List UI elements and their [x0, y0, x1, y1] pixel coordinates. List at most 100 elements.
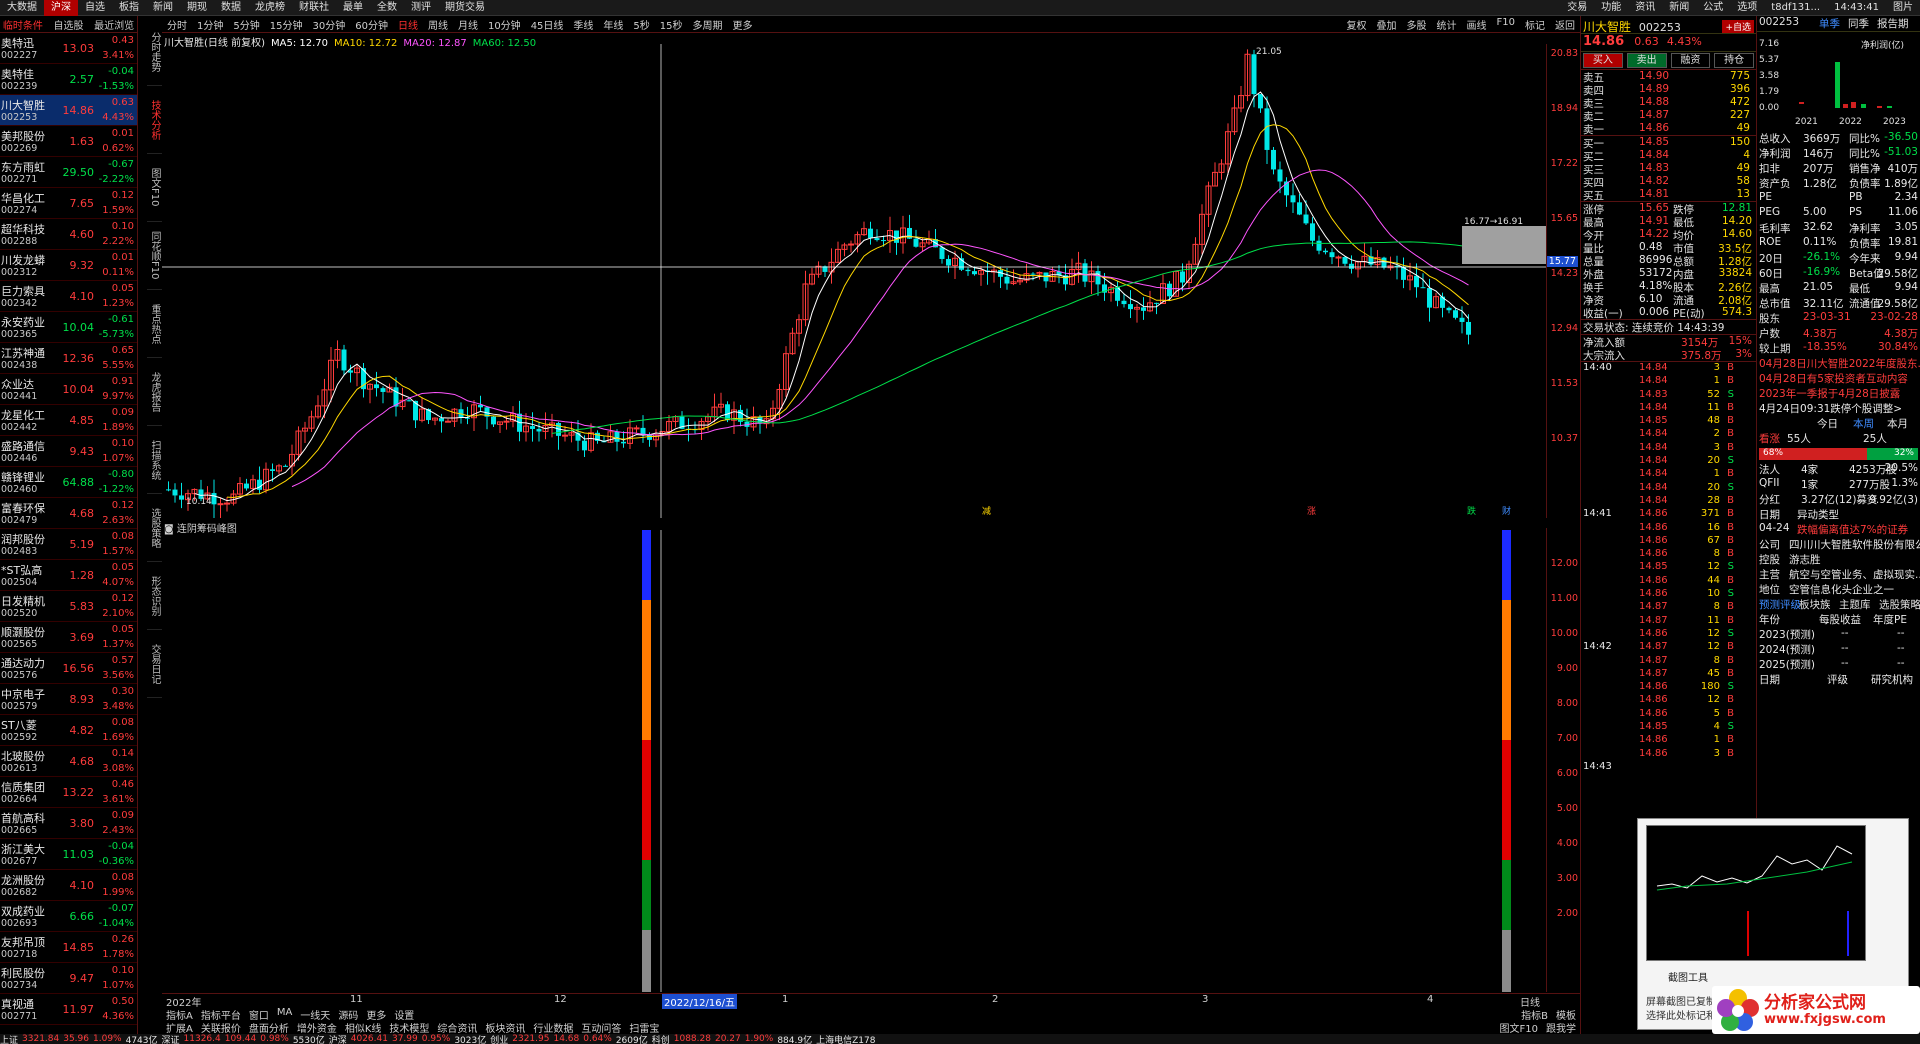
vertical-tab[interactable]: 技术分析 [147, 86, 162, 154]
extension-tab[interactable]: 扫雷宝 [625, 1020, 663, 1035]
forecast-tab[interactable]: 选股策略 [1879, 597, 1920, 612]
stock-row[interactable]: 华昌化工 002274 7.65 0.12 1.59% [0, 188, 137, 219]
indicator-tab[interactable]: 一线天 [296, 1007, 334, 1022]
stock-row[interactable]: 赣锋锂业 002460 64.88 -0.80 -1.22% [0, 467, 137, 498]
sentiment-tab[interactable]: 本周 [1853, 416, 1874, 431]
stock-row[interactable]: 双成药业 002693 6.66 -0.07 -1.04% [0, 901, 137, 932]
period-tab[interactable]: 更多 [728, 17, 758, 32]
vertical-tab[interactable]: 扫描系统 [147, 426, 162, 494]
menu-right-item[interactable]: 选项 [1730, 0, 1764, 16]
extension-tab[interactable]: 板块资讯 [481, 1020, 529, 1035]
vertical-tab[interactable]: 交易日记 [147, 630, 162, 698]
stock-row[interactable]: 众业达 002441 10.04 0.91 9.97% [0, 374, 137, 405]
indicator-tab[interactable]: 更多 [362, 1007, 390, 1022]
menu-item[interactable]: 数据 [214, 0, 248, 16]
stock-row[interactable]: 川发龙蟒 002312 9.32 0.01 0.11% [0, 250, 137, 281]
stock-row[interactable]: *ST弘高 002504 1.28 0.05 4.07% [0, 560, 137, 591]
extension-tab[interactable]: 扩展A [162, 1020, 197, 1035]
stock-row[interactable]: 龙星化工 002442 4.85 0.09 1.89% [0, 405, 137, 436]
period-tab[interactable]: 日线 [393, 17, 423, 32]
extension-tab[interactable]: 行业数据 [529, 1020, 577, 1035]
extension-tab-right[interactable]: 图文F10 [1496, 1020, 1542, 1035]
stock-row[interactable]: 润邦股份 002483 5.19 0.08 1.57% [0, 529, 137, 560]
menu-item[interactable]: 最单 [336, 0, 370, 16]
news-item[interactable]: 04月28日川大智胜2022年度股东... [1757, 356, 1920, 371]
sub-indicator-chart[interactable] [162, 530, 1546, 992]
stock-row[interactable]: 江苏神通 002438 12.36 0.65 5.55% [0, 343, 137, 374]
stock-row[interactable]: 友邦吊顶 002718 14.85 0.26 1.78% [0, 932, 137, 963]
menu-item[interactable]: 板指 [112, 0, 146, 16]
indicator-tab[interactable]: 设置 [390, 1007, 418, 1022]
menu-item[interactable]: 期货交易 [438, 0, 492, 16]
stock-row[interactable]: 富春环保 002479 4.68 0.12 2.63% [0, 498, 137, 529]
toolbar-button[interactable]: 叠加 [1372, 17, 1402, 32]
indicator-tab-right[interactable]: 模板 [1552, 1007, 1580, 1022]
toolbar-button[interactable]: 多股 [1402, 17, 1432, 32]
add-watchlist-button[interactable]: +自选 [1722, 20, 1754, 33]
menu-item[interactable]: 龙虎榜 [248, 0, 292, 16]
menu-right-item[interactable]: 功能 [1594, 0, 1628, 16]
extension-tab[interactable]: 增外资金 [293, 1020, 341, 1035]
trade-button[interactable]: 融资 [1670, 53, 1711, 68]
extension-tab[interactable]: 盘面分析 [245, 1020, 293, 1035]
stock-row[interactable]: ST八菱 002592 4.82 0.08 1.69% [0, 715, 137, 746]
stock-row[interactable]: 真视通 002771 11.97 0.50 4.36% [0, 994, 137, 1025]
trade-button[interactable]: 买入 [1583, 53, 1623, 68]
sentiment-tab[interactable]: 今日 [1817, 416, 1838, 431]
period-tab[interactable]: 15分钟 [265, 17, 308, 32]
rp2-tab[interactable]: 单季 [1819, 18, 1840, 30]
menu-item[interactable]: 新闻 [146, 0, 180, 16]
trade-button[interactable]: 卖出 [1626, 53, 1667, 68]
vertical-tab[interactable]: 龙虎报告 [147, 358, 162, 426]
kline-chart[interactable]: 21.05 10.14 16.77→16.91 减 涨 跌 财 [162, 44, 1546, 518]
toolbar-button[interactable]: 统计 [1432, 17, 1462, 32]
stock-row[interactable]: 北玻股份 002613 4.68 0.14 3.08% [0, 746, 137, 777]
news-item[interactable]: 4月24日09:31跌停个股调整> [1757, 401, 1920, 416]
rp2-tab[interactable]: 报告期 [1877, 18, 1909, 30]
period-tab[interactable]: 45日线 [526, 17, 569, 32]
menu-item[interactable]: 大数据 [0, 0, 44, 16]
period-tab[interactable]: 周线 [423, 17, 453, 32]
menu-item[interactable]: 期现 [180, 0, 214, 16]
toolbar-button[interactable]: 复权 [1342, 17, 1372, 32]
list-tab[interactable]: 自选股 [46, 17, 92, 32]
stock-row[interactable]: 首航高科 002665 3.80 0.09 2.43% [0, 808, 137, 839]
period-tab[interactable]: 多周期 [688, 17, 728, 32]
extension-tab[interactable]: 互动问答 [577, 1020, 625, 1035]
indicator-tab[interactable]: 指标平台 [197, 1007, 245, 1022]
indicator-tab[interactable]: 窗口 [245, 1007, 273, 1022]
extension-tab[interactable]: 相似K线 [341, 1020, 386, 1035]
indicator-tab[interactable]: 指标A [162, 1007, 197, 1022]
period-tab[interactable]: 10分钟 [483, 17, 526, 32]
stock-row[interactable]: 浙江美大 002677 11.03 -0.04 -0.36% [0, 839, 137, 870]
menu-right-item[interactable]: 资讯 [1628, 0, 1662, 16]
stock-row[interactable]: 信质集团 002664 13.22 0.46 3.61% [0, 777, 137, 808]
menu-item[interactable]: 财联社 [292, 0, 336, 16]
forecast-tab[interactable]: 主题库 [1839, 597, 1871, 612]
period-tab[interactable]: 月线 [453, 17, 483, 32]
menu-right-item[interactable]: t8df131... [1764, 0, 1827, 16]
stock-row[interactable]: 中京电子 002579 8.93 0.30 3.48% [0, 684, 137, 715]
stock-row[interactable]: 顺灏股份 002565 3.69 0.05 1.37% [0, 622, 137, 653]
period-tab[interactable]: 5秒 [628, 17, 654, 32]
indicator-tab[interactable]: MA [273, 1007, 296, 1020]
stock-row[interactable]: 东方雨虹 002271 29.50 -0.67 -2.22% [0, 157, 137, 188]
trade-button[interactable]: 持仓 [1714, 53, 1754, 68]
menu-item[interactable]: 全数 [370, 0, 404, 16]
period-tab[interactable]: 季线 [568, 17, 598, 32]
menu-right-item[interactable]: 交易 [1560, 0, 1594, 16]
menu-right-item[interactable]: 14:43:41 [1827, 0, 1886, 16]
menu-item[interactable]: 自选 [78, 0, 112, 16]
stock-row[interactable]: 利民股份 002734 9.47 0.10 1.07% [0, 963, 137, 994]
stock-row[interactable]: 川大智胜 002253 14.86 0.63 4.43% [0, 95, 137, 126]
period-tab[interactable]: 1分钟 [192, 17, 228, 32]
stock-row[interactable]: 奥特迅 002227 13.03 0.43 3.41% [0, 33, 137, 64]
period-tab[interactable]: 分时 [162, 17, 192, 32]
vertical-tab[interactable]: 分时走势 [147, 18, 162, 86]
period-tab[interactable]: 30分钟 [307, 17, 350, 32]
stock-row[interactable]: 龙洲股份 002682 4.10 0.08 1.99% [0, 870, 137, 901]
stock-row[interactable]: 巨力索具 002342 4.10 0.05 1.23% [0, 281, 137, 312]
forecast-tab[interactable]: 板块族 [1799, 597, 1831, 612]
sentiment-tab[interactable]: 本月 [1887, 416, 1908, 431]
news-item[interactable]: 2023年一季报于4月28日披露 [1757, 386, 1920, 401]
